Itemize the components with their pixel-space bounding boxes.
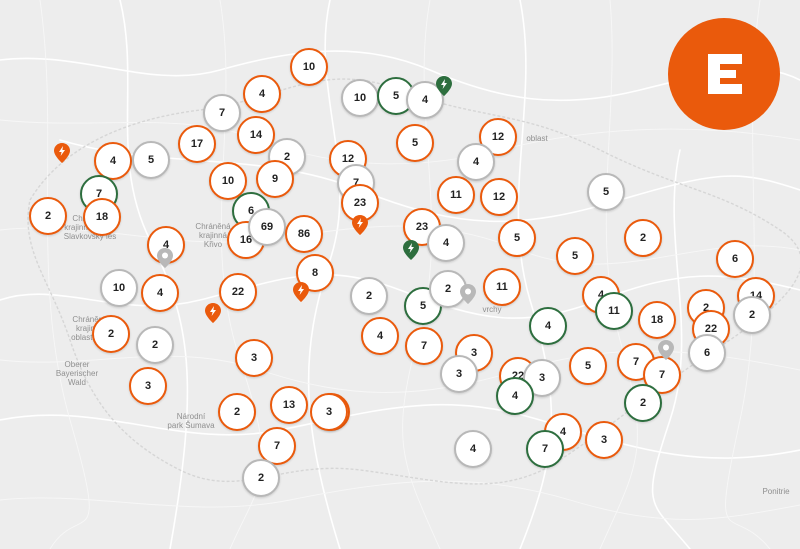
location-pin-icon[interactable] [658, 340, 674, 360]
station-cluster[interactable]: 11 [437, 176, 475, 214]
station-cluster[interactable]: 2 [136, 326, 174, 364]
map-label-krivoklatsko: Chráněná krajinná Křivo [195, 222, 230, 249]
location-pin-icon[interactable] [157, 248, 173, 268]
station-cluster[interactable]: 18 [638, 301, 676, 339]
station-cluster[interactable]: 12 [480, 178, 518, 216]
station-cluster[interactable]: 3 [235, 339, 273, 377]
map-label-line: vrchy [482, 305, 502, 314]
station-cluster[interactable]: 7 [526, 430, 564, 468]
map-label-line: Chráněná [195, 222, 231, 231]
map-label-line: Bayerischer [55, 369, 99, 378]
station-cluster[interactable]: 5 [132, 141, 170, 179]
station-cluster[interactable]: 10 [100, 269, 138, 307]
charging-pin-bolt-icon[interactable] [352, 215, 368, 235]
station-cluster[interactable]: 2 [350, 277, 388, 315]
map-label-line: Wald [68, 378, 86, 387]
map-label-ponitrie: Ponitrie [762, 487, 789, 496]
station-cluster[interactable]: 6 [688, 334, 726, 372]
station-cluster[interactable]: 5 [498, 219, 536, 257]
station-cluster[interactable]: 4 [529, 307, 567, 345]
station-cluster[interactable]: 5 [569, 347, 607, 385]
station-cluster[interactable]: 3 [310, 393, 348, 431]
station-cluster[interactable]: 13 [270, 386, 308, 424]
cez-logo-mark [708, 54, 742, 94]
map[interactable]: Chráněnákrajinná oblastSlavkovský lesChr… [0, 0, 800, 549]
station-cluster[interactable]: 22 [219, 273, 257, 311]
charging-pin-bolt-icon[interactable] [205, 303, 221, 323]
map-label-line: oblast [526, 134, 548, 143]
station-cluster[interactable]: 2 [624, 219, 662, 257]
station-cluster[interactable]: 2 [29, 197, 67, 235]
station-cluster[interactable]: 4 [454, 430, 492, 468]
station-cluster[interactable]: 11 [483, 268, 521, 306]
station-cluster[interactable]: 6 [716, 240, 754, 278]
cez-logo-icon[interactable] [668, 18, 780, 130]
station-cluster[interactable]: 4 [141, 274, 179, 312]
charging-pin-bolt-icon[interactable] [403, 240, 419, 260]
map-label-line: Národní [176, 412, 206, 421]
location-pin-icon[interactable] [460, 284, 476, 304]
station-cluster[interactable]: 4 [361, 317, 399, 355]
station-cluster[interactable]: 4 [243, 75, 281, 113]
station-cluster[interactable]: 86 [285, 215, 323, 253]
station-cluster[interactable]: 17 [178, 125, 216, 163]
station-cluster[interactable]: 11 [595, 292, 633, 330]
station-cluster[interactable]: 2 [218, 393, 256, 431]
station-cluster[interactable]: 2 [242, 459, 280, 497]
map-label-sumava: Národní park Šumava [167, 412, 214, 430]
charging-pin-bolt-icon[interactable] [436, 76, 452, 96]
map-label-line: Oberer [64, 360, 90, 369]
station-cluster[interactable]: 2 [733, 296, 771, 334]
station-cluster[interactable]: 3 [585, 421, 623, 459]
station-cluster[interactable]: 4 [457, 143, 495, 181]
station-cluster[interactable]: 10 [290, 48, 328, 86]
station-cluster[interactable]: 4 [496, 377, 534, 415]
station-cluster[interactable]: 5 [556, 237, 594, 275]
station-cluster[interactable]: 18 [83, 198, 121, 236]
charging-pin-bolt-icon[interactable] [293, 282, 309, 302]
station-cluster[interactable]: 10 [341, 79, 379, 117]
station-cluster[interactable]: 2 [92, 315, 130, 353]
station-cluster[interactable]: 7 [405, 327, 443, 365]
station-cluster[interactable]: 7 [203, 94, 241, 132]
charging-pin-bolt-icon[interactable] [54, 143, 70, 163]
station-cluster[interactable]: 5 [396, 124, 434, 162]
map-label-line: Křivo [203, 240, 223, 249]
station-cluster[interactable]: 69 [248, 208, 286, 246]
map-label-line: Ponitrie [762, 487, 790, 496]
map-label-oberer-wald: Oberer Bayerischer Wald [56, 360, 98, 387]
station-cluster[interactable]: 3 [129, 367, 167, 405]
station-cluster[interactable]: 5 [587, 173, 625, 211]
station-cluster[interactable]: 3 [440, 355, 478, 393]
map-label-line: park Šumava [167, 421, 215, 430]
station-cluster[interactable]: 4 [427, 224, 465, 262]
map-label-vrchy: vrchy [482, 305, 501, 314]
station-cluster[interactable]: 9 [256, 160, 294, 198]
map-label-line: krajinná [198, 231, 228, 240]
map-label-poohri: oblast [526, 134, 547, 143]
station-cluster[interactable]: 2 [624, 384, 662, 422]
